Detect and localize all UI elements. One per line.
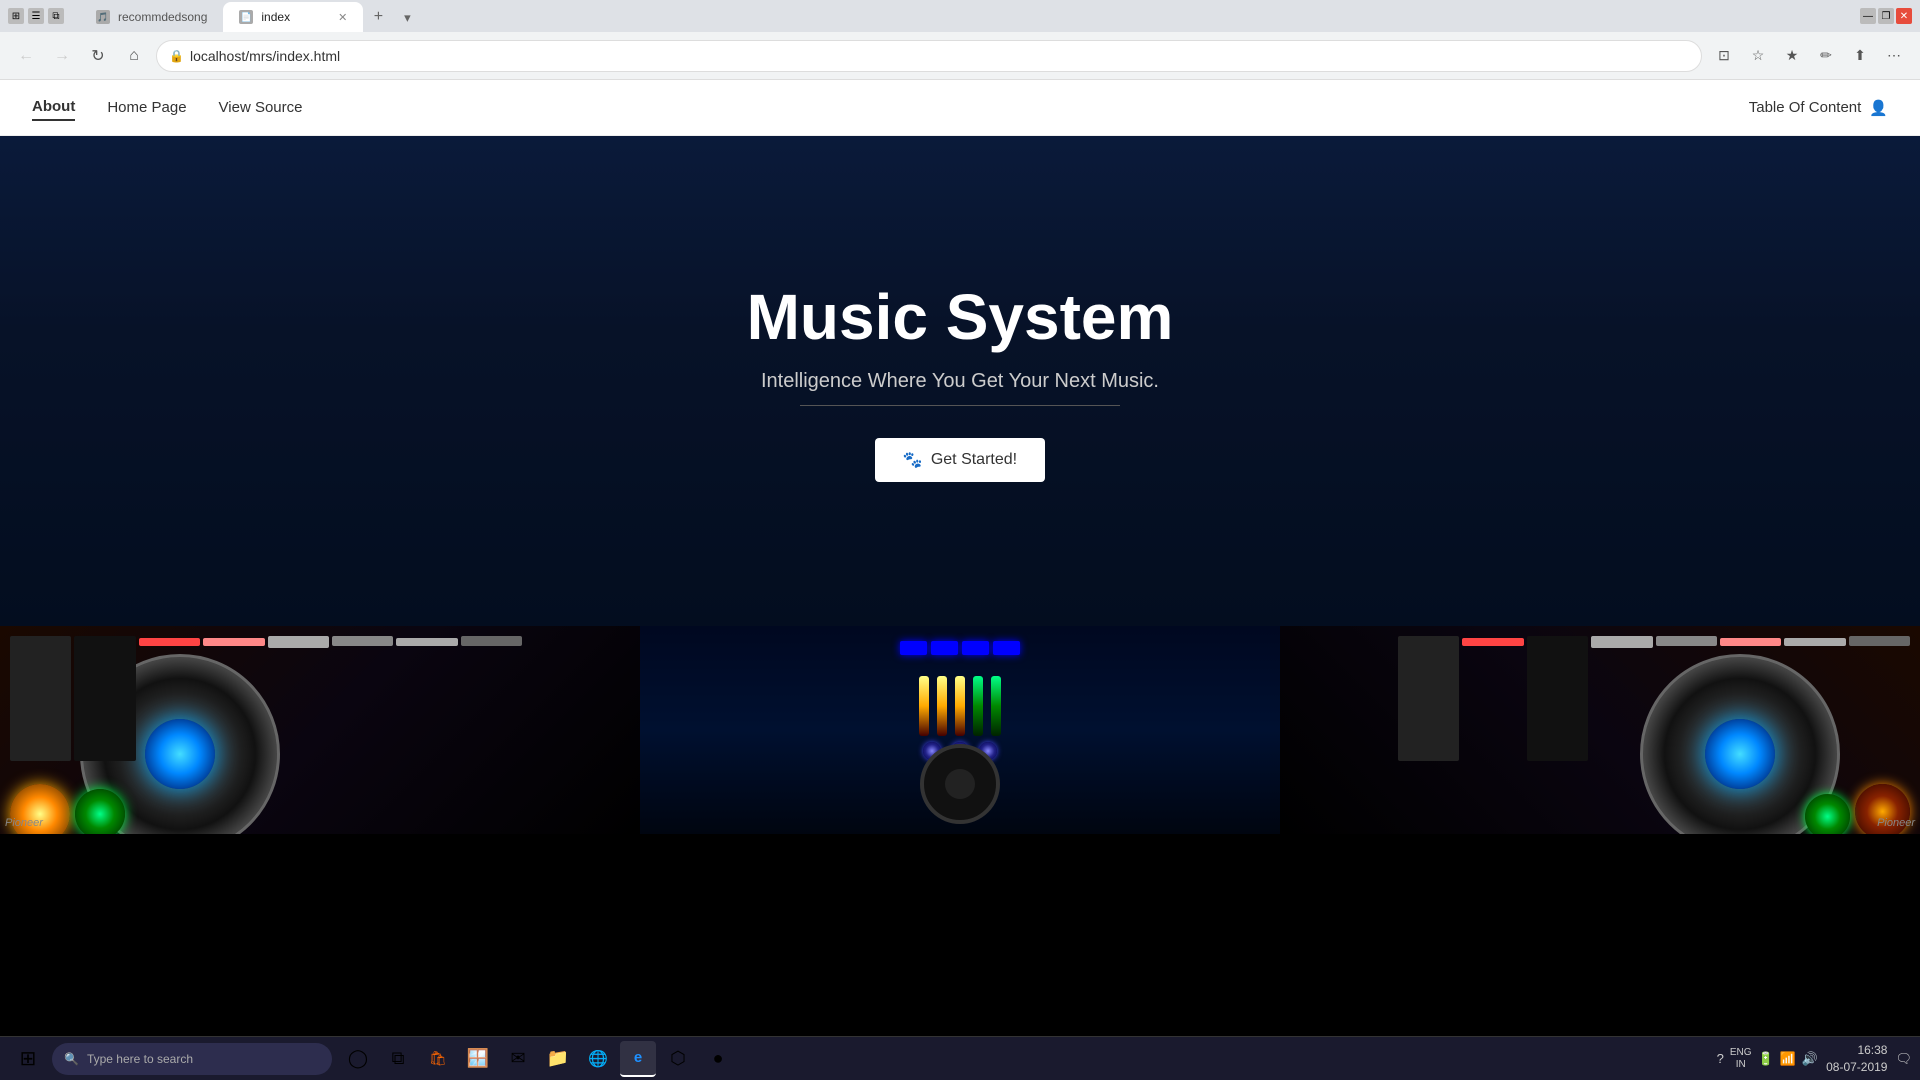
window-controls: — ❐ ✕ (1860, 8, 1912, 24)
taskbar-search-icon: 🔍 (64, 1052, 79, 1066)
pioneer-label-right: Pioneer (1877, 817, 1915, 829)
right-knob-green (1805, 794, 1850, 834)
back-btn[interactable]: ← (12, 42, 40, 70)
mixer-pads (900, 641, 1020, 655)
tab-label-1: recommdedsong (118, 10, 207, 24)
titlebar-controls: ⊞ ☰ ⧉ (8, 8, 64, 24)
hero-section: Music System Intelligence Where You Get … (0, 136, 1920, 626)
browser-titlebar: ⊞ ☰ ⧉ 🎵 recommdedsong 📄 index ✕ + ▾ — ❐ … (0, 0, 1920, 32)
site-navbar: About Home Page View Source Table Of Con… (0, 80, 1920, 136)
clock-time: 16:38 (1826, 1042, 1887, 1059)
more-btn[interactable]: ⋯ (1880, 42, 1908, 70)
tab-close-btn[interactable]: ✕ (338, 11, 347, 24)
dj-panel-left: Pioneer (0, 626, 640, 834)
browser-tabs: 🎵 recommdedsong 📄 index ✕ + ▾ (72, 0, 1844, 32)
tab-recommdedsong[interactable]: 🎵 recommdedsong (80, 2, 223, 32)
tab-label-2: index (261, 10, 290, 24)
nav-links: About Home Page View Source (32, 94, 302, 121)
hero-title: Music System (747, 280, 1174, 354)
dj-panel-center (640, 626, 1280, 834)
nav-homepage[interactable]: Home Page (107, 95, 186, 120)
new-tab-btn[interactable]: + (363, 2, 393, 32)
notification-icon[interactable]: 🗨 (1895, 1051, 1912, 1067)
left-controls-grid (10, 636, 522, 761)
restore-btn[interactable]: ❐ (1878, 8, 1894, 24)
taskbar-app-taskview[interactable]: ⧉ (380, 1041, 416, 1077)
left-knob-green (75, 789, 125, 834)
window-icon: ⊞ (8, 8, 24, 24)
taskbar-app-1[interactable]: 🛍 (420, 1041, 456, 1077)
taskbar-app-5[interactable]: ⬡ (660, 1041, 696, 1077)
share-btn[interactable]: ⬆ (1846, 42, 1874, 70)
tray-network-icon: 📶 (1780, 1051, 1796, 1067)
menu-icon: ☰ (28, 8, 44, 24)
web-note-btn[interactable]: ✏ (1812, 42, 1840, 70)
taskbar-app-chrome[interactable]: 🌐 (580, 1041, 616, 1077)
address-bar[interactable]: 🔒 localhost/mrs/index.html (156, 40, 1702, 72)
pioneer-label-left: Pioneer (5, 817, 43, 829)
mixer-wheel (920, 744, 1000, 824)
toolbar-right: ⊡ ☆ ★ ✏ ⬆ ⋯ (1710, 42, 1908, 70)
tab-more-btn[interactable]: ▾ (393, 4, 421, 32)
favorites-btn[interactable]: ★ (1778, 42, 1806, 70)
tab-favicon-1: 🎵 (96, 10, 110, 24)
taskbar-search-placeholder: Type here to search (87, 1052, 193, 1066)
systray: ? ENGIN 🔋 📶 🔊 (1717, 1047, 1818, 1071)
hero-subtitle: Intelligence Where You Get Your Next Mus… (761, 370, 1159, 393)
tray-battery-icon: 🔋 (1758, 1051, 1774, 1067)
reading-view-btn[interactable]: ⊡ (1710, 42, 1738, 70)
clock-date: 08-07-2019 (1826, 1059, 1887, 1076)
taskbar-app-cortana[interactable]: ◯ (340, 1041, 376, 1077)
taskbar-search-box[interactable]: 🔍 Type here to search (52, 1043, 332, 1075)
start-button[interactable]: ⊞ (8, 1039, 48, 1079)
start-icon: ⊞ (20, 1046, 37, 1071)
taskbar-app-ie[interactable]: e (620, 1041, 656, 1077)
taskbar-app-3[interactable]: ✉ (500, 1041, 536, 1077)
taskbar-app-4[interactable]: 📁 (540, 1041, 576, 1077)
bookmark-btn[interactable]: ☆ (1744, 42, 1772, 70)
webpage-content: About Home Page View Source Table Of Con… (0, 80, 1920, 1036)
lock-icon: 🔒 (169, 49, 184, 63)
close-btn[interactable]: ✕ (1896, 8, 1912, 24)
tray-volume-icon: 🔊 (1802, 1051, 1818, 1067)
taskbar: ⊞ 🔍 Type here to search ◯ ⧉ 🛍 🪟 ✉ 📁 🌐 e … (0, 1036, 1920, 1080)
dj-section: Pioneer (0, 626, 1920, 834)
tray-keyboard-icon: ENGIN (1730, 1047, 1752, 1071)
tray-help-icon[interactable]: ? (1717, 1051, 1724, 1066)
get-started-label: Get Started! (931, 451, 1017, 469)
nav-about[interactable]: About (32, 94, 75, 121)
taskbar-apps: ◯ ⧉ 🛍 🪟 ✉ 📁 🌐 e ⬡ ● (340, 1041, 736, 1077)
home-btn[interactable]: ⌂ (120, 42, 148, 70)
taskbar-app-2[interactable]: 🪟 (460, 1041, 496, 1077)
taskbar-app-6[interactable]: ● (700, 1041, 736, 1077)
browser-frame: ⊞ ☰ ⧉ 🎵 recommdedsong 📄 index ✕ + ▾ — ❐ … (0, 0, 1920, 1080)
dj-panel-right: Pioneer (1280, 626, 1920, 834)
address-text: localhost/mrs/index.html (190, 48, 1689, 64)
browser-toolbar: ← → ↻ ⌂ 🔒 localhost/mrs/index.html ⊡ ☆ ★… (0, 32, 1920, 80)
forward-btn[interactable]: → (48, 42, 76, 70)
tab-favicon-2: 📄 (239, 10, 253, 24)
refresh-btn[interactable]: ↻ (84, 42, 112, 70)
tab-grid-icon: ⧉ (48, 8, 64, 24)
table-of-content-label[interactable]: Table Of Content (1749, 99, 1862, 116)
taskbar-right: ? ENGIN 🔋 📶 🔊 16:38 08-07-2019 🗨 (1717, 1042, 1912, 1076)
tab-index[interactable]: 📄 index ✕ (223, 2, 363, 32)
user-icon: 👤 (1869, 99, 1888, 117)
right-controls-grid (1398, 636, 1910, 761)
get-started-btn[interactable]: 🐾 Get Started! (875, 438, 1045, 482)
nav-right: Table Of Content 👤 (1749, 99, 1888, 117)
get-started-icon: 🐾 (903, 450, 923, 470)
minimize-btn[interactable]: — (1860, 8, 1876, 24)
taskbar-clock[interactable]: 16:38 08-07-2019 (1826, 1042, 1887, 1076)
nav-viewsource[interactable]: View Source (219, 95, 303, 120)
hero-divider (800, 405, 1120, 406)
